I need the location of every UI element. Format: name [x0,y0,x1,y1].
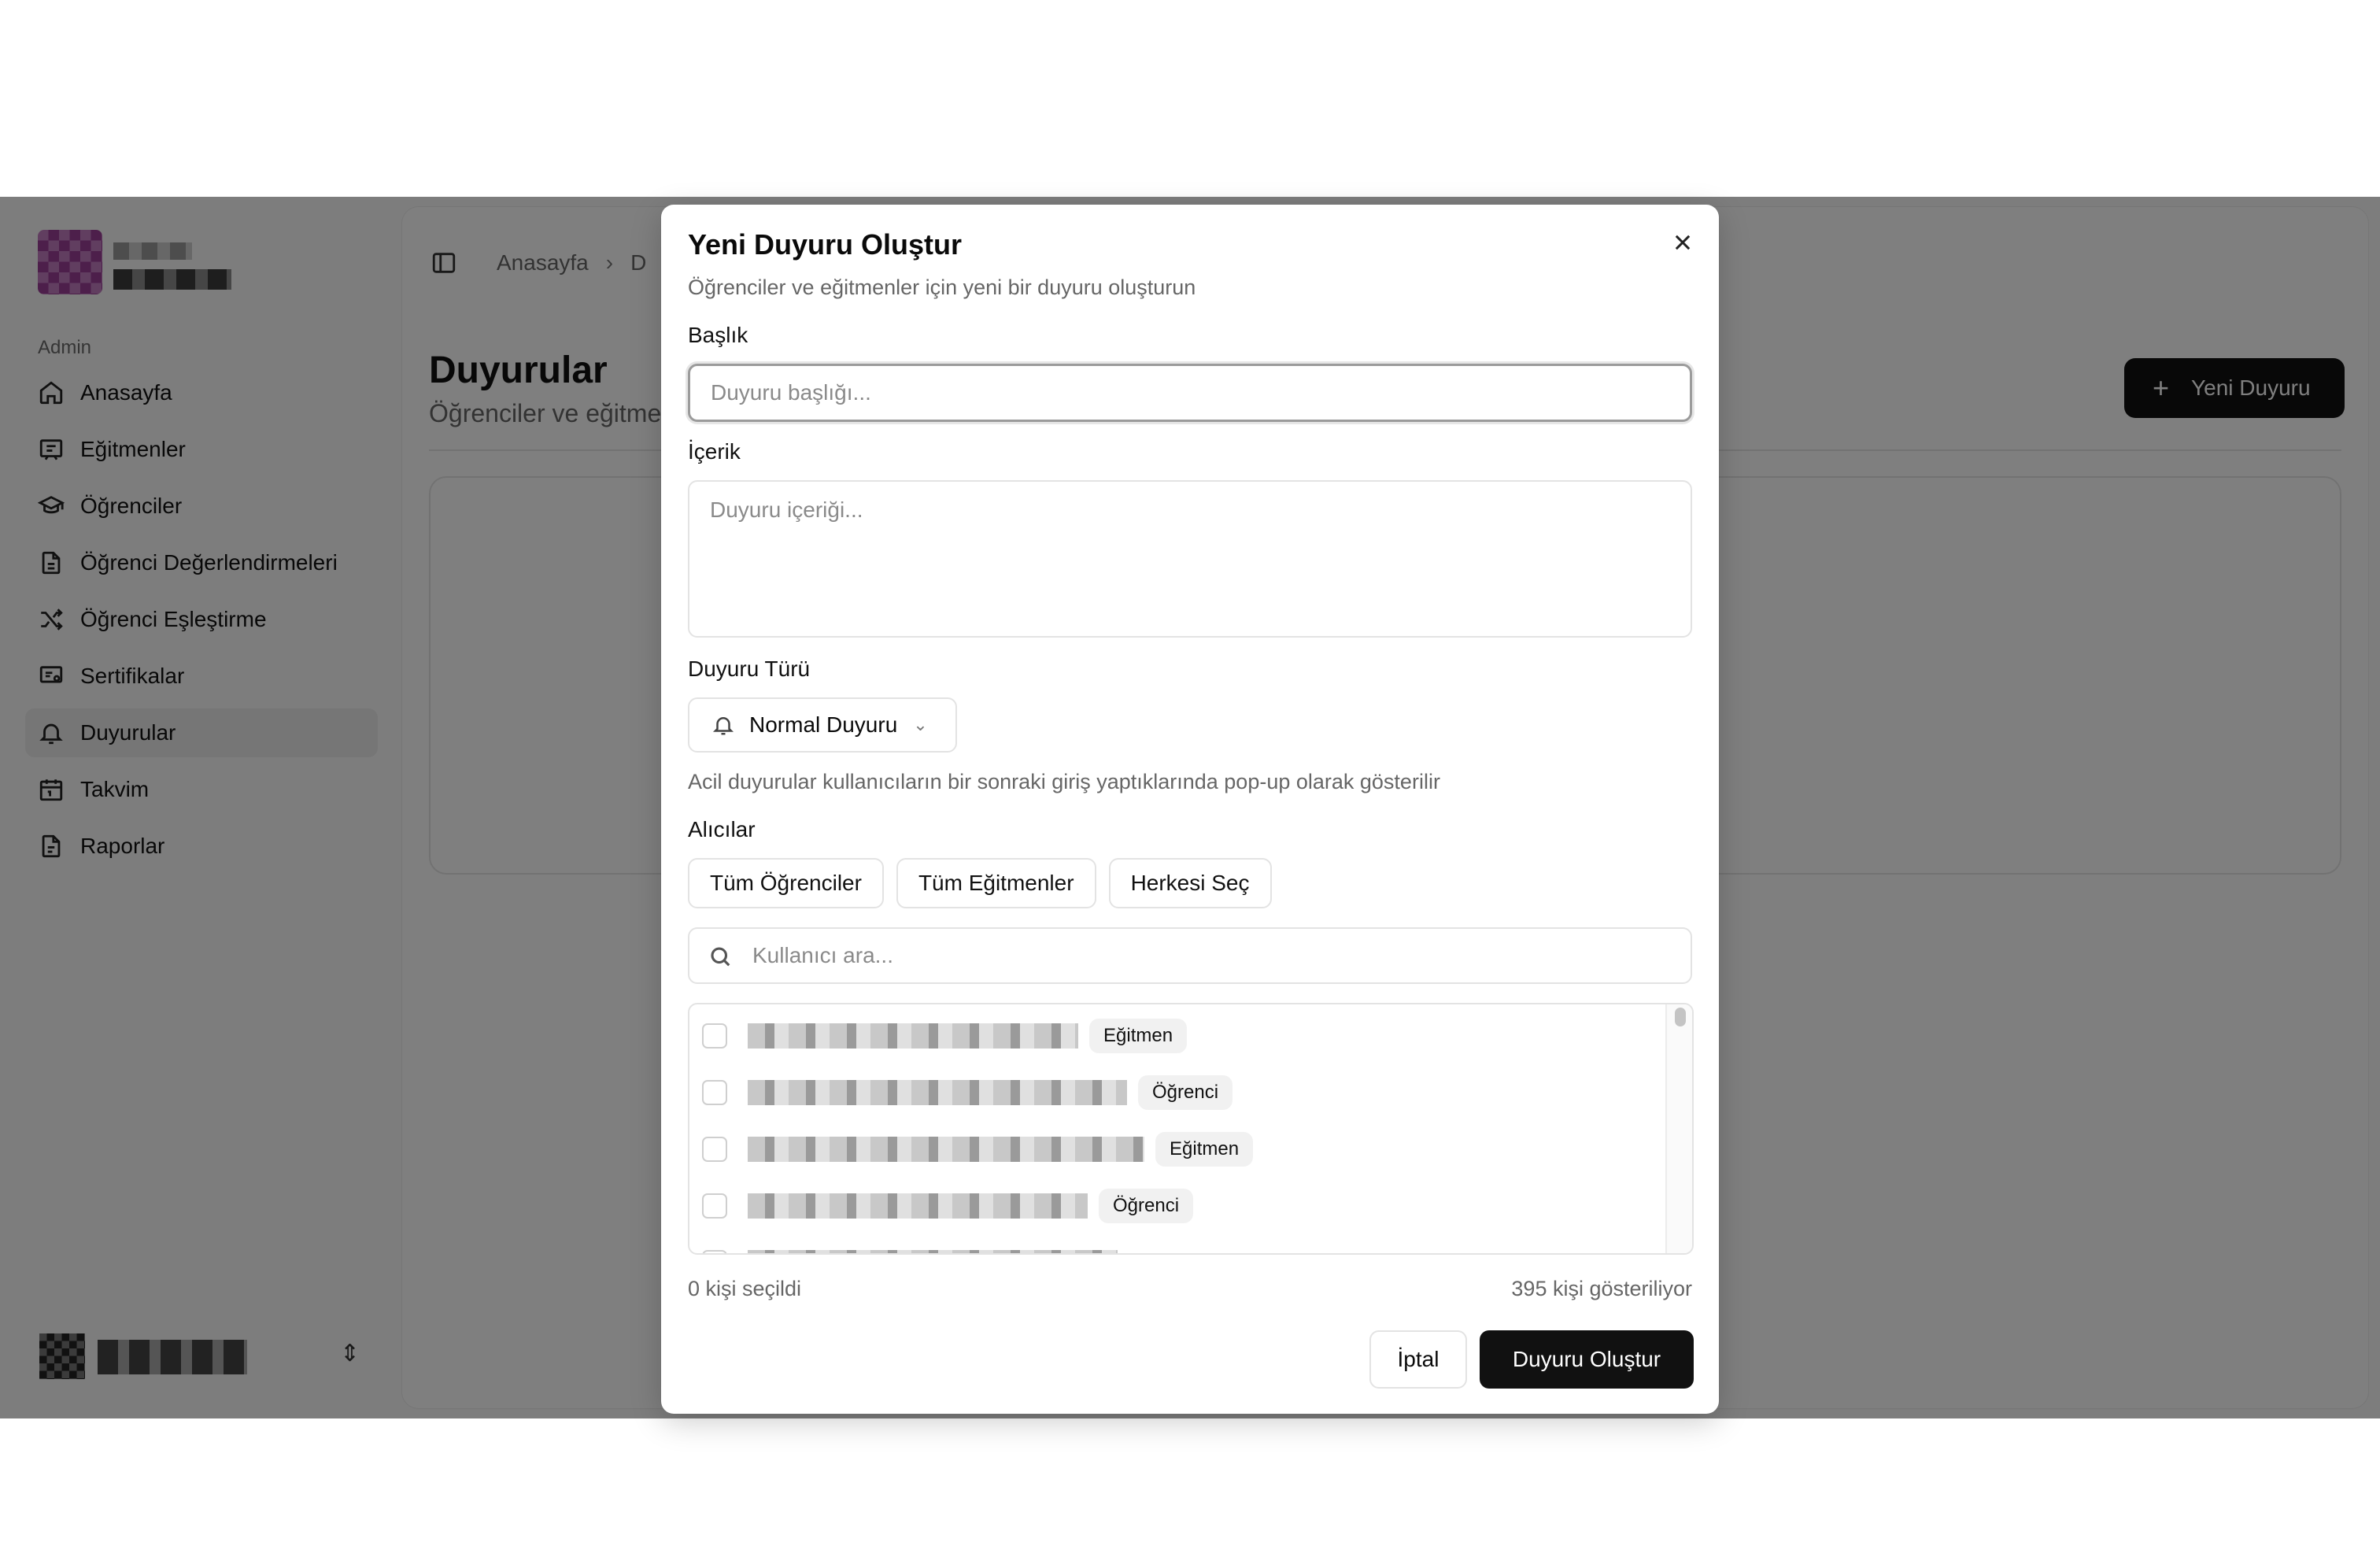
list-item[interactable]: Öğrenci [689,1182,1194,1230]
create-announcement-dialog: Yeni Duyuru Oluştur Öğrenciler ve eğitme… [661,205,1719,1414]
type-hint: Acil duyurular kullanıcıların bir sonrak… [688,770,1440,793]
list-scrollbar[interactable] [1665,1004,1692,1253]
user-checkbox[interactable] [702,1137,727,1162]
recipient-quick-select: Tüm Öğrenciler Tüm Eğitmenler Herkesi Se… [688,858,1272,908]
all-students-button[interactable]: Tüm Öğrenciler [688,858,884,908]
close-icon [1675,235,1691,250]
content-textarea[interactable]: Duyuru içeriği... [688,480,1692,638]
user-name-blurred [748,1023,1078,1049]
list-item[interactable] [689,1239,1129,1253]
type-value: Normal Duyuru [749,712,898,737]
bell-icon [712,717,734,735]
search-placeholder: Kullanıcı ara... [752,943,893,967]
select-everyone-button[interactable]: Herkesi Seç [1108,858,1272,908]
scrollbar-thumb[interactable] [1675,1008,1686,1026]
user-list: Eğitmen Öğrenci Eğitmen Öğrenci [688,1003,1694,1255]
user-checkbox[interactable] [702,1080,727,1105]
user-name-blurred [748,1250,1118,1253]
list-item[interactable]: Eğitmen [689,1012,1188,1060]
close-button[interactable] [1667,227,1698,258]
title-input[interactable]: Duyuru başlığı... [688,364,1692,422]
user-name-blurred [748,1080,1127,1105]
user-checkbox[interactable] [702,1193,727,1219]
search-icon [711,947,730,967]
content-label: İçerik [688,439,741,464]
list-item[interactable]: Öğrenci [689,1069,1233,1116]
title-label: Başlık [688,323,748,347]
content-placeholder: Duyuru içeriği... [710,497,863,522]
user-name-blurred [748,1193,1088,1219]
shown-count: 395 kişi gösteriliyor [1511,1277,1692,1300]
user-checkbox[interactable] [702,1250,727,1253]
role-badge: Öğrenci [1138,1075,1233,1110]
user-search-input[interactable]: Kullanıcı ara... [688,927,1692,984]
title-placeholder: Duyuru başlığı... [711,380,871,405]
selected-count: 0 kişi seçildi [688,1277,802,1300]
user-name-blurred [748,1137,1144,1162]
dialog-subtitle: Öğrenciler ve eğitmenler için yeni bir d… [688,276,1196,299]
type-label: Duyuru Türü [688,656,811,681]
create-announcement-button[interactable]: Duyuru Oluştur [1480,1330,1694,1389]
role-badge: Öğrenci [1099,1189,1194,1223]
role-badge: Eğitmen [1155,1132,1254,1167]
recipients-label: Alıcılar [688,817,756,841]
all-instructors-button[interactable]: Tüm Eğitmenler [896,858,1096,908]
chevron-down-icon: ⌄ [913,715,928,734]
announcement-type-select[interactable]: Normal Duyuru ⌄ [688,697,957,753]
list-item[interactable]: Eğitmen [689,1126,1254,1173]
dialog-title: Yeni Duyuru Oluştur [688,228,963,261]
cancel-button[interactable]: İptal [1369,1330,1467,1389]
role-badge: Eğitmen [1089,1019,1188,1053]
user-checkbox[interactable] [702,1023,727,1049]
